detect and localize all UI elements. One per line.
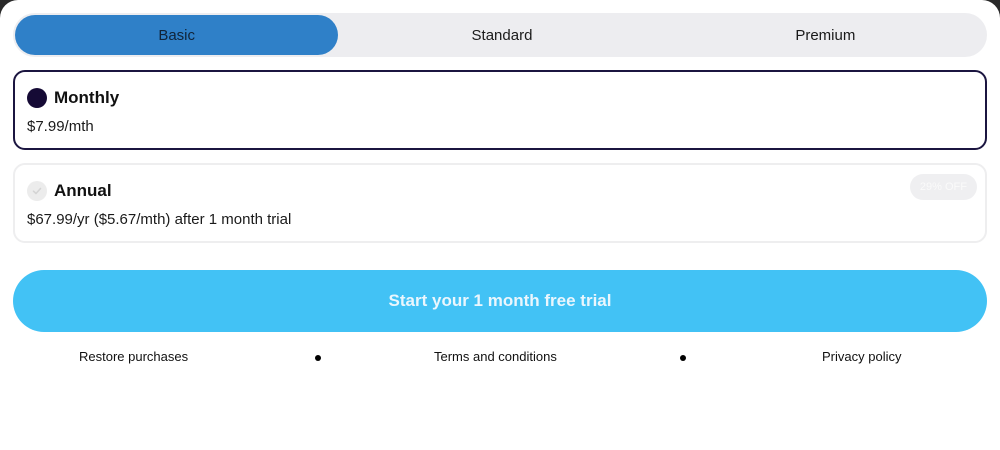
plan-title: Monthly: [54, 88, 120, 107]
plan-option-monthly[interactable]: Monthly $7.99/mth: [13, 70, 987, 150]
plan-price: $7.99/mth: [27, 118, 94, 135]
subscription-sheet: Basic Standard Premium Monthly $7.99/mth…: [0, 0, 1000, 450]
plan-price: $67.99/yr ($5.67/mth) after 1 month tria…: [27, 211, 292, 228]
plan-title: Annual: [54, 181, 112, 200]
tab-premium[interactable]: Premium: [664, 13, 987, 57]
radio-selected-icon: [27, 88, 47, 108]
terms-link[interactable]: Terms and conditions: [434, 349, 557, 364]
start-trial-button[interactable]: Start your 1 month free trial: [13, 270, 987, 332]
footer-links: Restore purchases Terms and conditions P…: [0, 349, 1000, 369]
separator-dot: [315, 355, 321, 361]
separator-dot: [680, 355, 686, 361]
tab-basic[interactable]: Basic: [15, 15, 339, 55]
check-circle-icon: [27, 181, 47, 201]
tab-standard[interactable]: Standard: [340, 13, 663, 57]
plan-option-annual[interactable]: Annual $67.99/yr ($5.67/mth) after 1 mon…: [13, 163, 987, 243]
restore-purchases-link[interactable]: Restore purchases: [79, 349, 188, 364]
plan-tier-tabs: Basic Standard Premium: [13, 13, 987, 57]
discount-badge: 29% OFF: [909, 174, 977, 200]
privacy-policy-link[interactable]: Privacy policy: [822, 349, 901, 364]
